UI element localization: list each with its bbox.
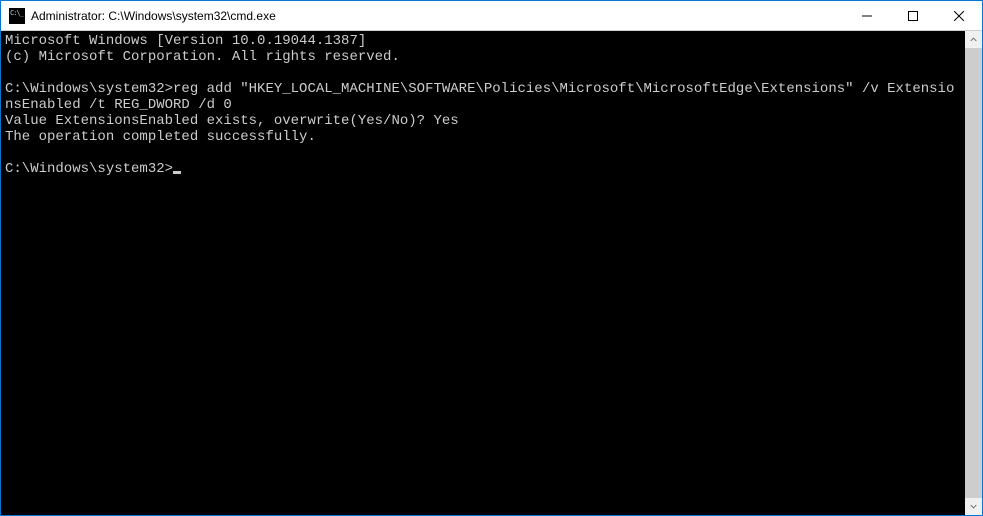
- terminal-line: C:\Windows\system32>: [5, 161, 181, 177]
- scroll-down-button[interactable]: [965, 498, 982, 515]
- terminal-line: C:\Windows\system32>reg add "HKEY_LOCAL_…: [5, 81, 954, 113]
- text-cursor: [173, 171, 181, 174]
- chevron-down-icon: [970, 503, 977, 510]
- terminal-line: Value ExtensionsEnabled exists, overwrit…: [5, 113, 459, 129]
- terminal-line: The operation completed successfully.: [5, 129, 316, 145]
- minimize-button[interactable]: [844, 1, 890, 30]
- close-icon: [954, 11, 964, 21]
- cmd-exe-icon: [9, 8, 25, 24]
- prompt: C:\Windows\system32>: [5, 161, 173, 177]
- titlebar[interactable]: Administrator: C:\Windows\system32\cmd.e…: [1, 1, 982, 31]
- maximize-button[interactable]: [890, 1, 936, 30]
- terminal-line: Microsoft Windows [Version 10.0.19044.13…: [5, 33, 366, 49]
- prompt: C:\Windows\system32>: [5, 81, 173, 97]
- scrollbar-thumb[interactable]: [965, 48, 982, 498]
- chevron-up-icon: [970, 36, 977, 43]
- terminal-line: (c) Microsoft Corporation. All rights re…: [5, 49, 400, 65]
- cmd-window: Administrator: C:\Windows\system32\cmd.e…: [0, 0, 983, 516]
- client-area: Microsoft Windows [Version 10.0.19044.13…: [1, 31, 982, 515]
- scroll-up-button[interactable]: [965, 31, 982, 48]
- window-controls: [844, 1, 982, 30]
- vertical-scrollbar[interactable]: [965, 31, 982, 515]
- terminal-output[interactable]: Microsoft Windows [Version 10.0.19044.13…: [1, 31, 965, 515]
- window-title: Administrator: C:\Windows\system32\cmd.e…: [31, 9, 844, 23]
- close-button[interactable]: [936, 1, 982, 30]
- minimize-icon: [862, 11, 872, 21]
- scrollbar-track[interactable]: [965, 48, 982, 498]
- maximize-icon: [908, 11, 918, 21]
